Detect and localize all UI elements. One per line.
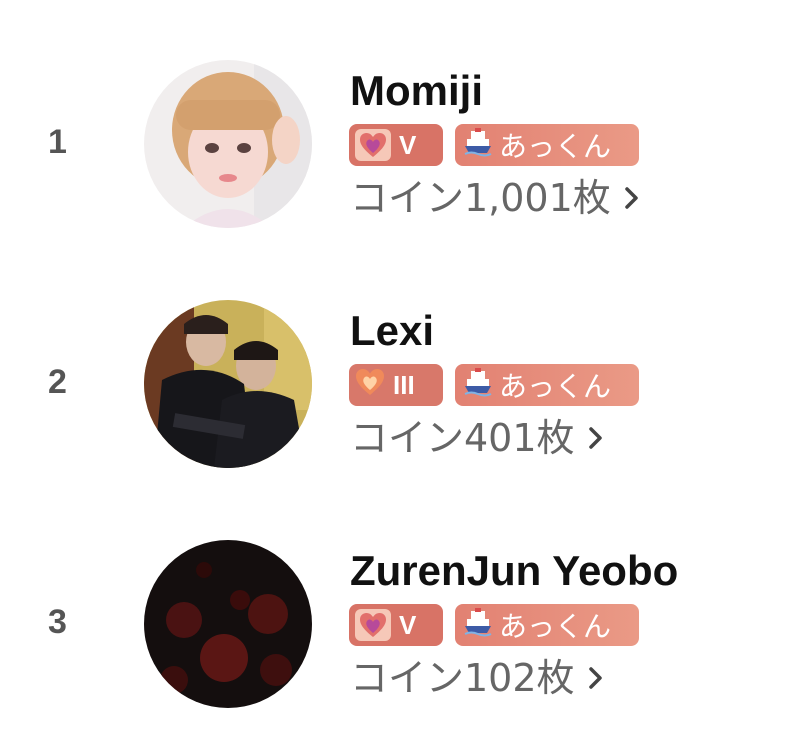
level-badge: V: [349, 604, 443, 646]
chevron-right-icon: [588, 667, 603, 689]
avatar[interactable]: [144, 540, 312, 708]
badge-group: V あっくん: [349, 604, 639, 646]
badge-group: V あっくん: [349, 124, 639, 166]
fan-badge-label: あっくん: [499, 370, 612, 403]
level-badge: III: [349, 364, 443, 406]
heart-icon: [355, 609, 391, 641]
user-name[interactable]: Momiji: [350, 66, 483, 116]
coin-text: コイン1,001枚: [350, 176, 611, 220]
rank-number: 1: [48, 123, 67, 161]
coin-text: コイン401枚: [350, 416, 575, 460]
level-label: V: [399, 609, 417, 640]
avatar[interactable]: [144, 60, 312, 228]
coin-count[interactable]: コイン1,001枚: [350, 174, 639, 222]
fan-badge: あっくん: [455, 124, 639, 166]
coin-count[interactable]: コイン102枚: [350, 654, 603, 702]
rank-number: 2: [48, 363, 67, 401]
fan-badge-label: あっくん: [499, 130, 612, 163]
chevron-right-icon: [625, 187, 639, 209]
level-badge: V: [349, 124, 443, 166]
coin-count[interactable]: コイン401枚: [350, 414, 603, 462]
ship-icon: [463, 127, 493, 164]
fan-badge: あっくん: [455, 364, 639, 406]
heart-icon: [355, 129, 391, 161]
badge-group: III あっくん: [349, 364, 639, 406]
ranking-row[interactable]: 3 ZurenJun Yeobo V あっくん コイン102枚: [0, 530, 785, 730]
coin-text: コイン102枚: [350, 656, 575, 700]
heart-icon: [355, 368, 385, 403]
chevron-right-icon: [588, 427, 603, 449]
ranking-row[interactable]: 2 Lexi III あっくん コイン401枚: [0, 290, 785, 490]
user-name[interactable]: Lexi: [350, 306, 434, 356]
user-name[interactable]: ZurenJun Yeobo: [350, 546, 678, 596]
fan-badge-label: あっくん: [499, 610, 612, 643]
rank-number: 3: [48, 603, 67, 641]
level-label: III: [393, 369, 415, 400]
level-label: V: [399, 129, 417, 160]
ship-icon: [463, 367, 493, 404]
fan-badge: あっくん: [455, 604, 639, 646]
ranking-row[interactable]: 1 Momiji V あっくん コイン1,001枚: [0, 50, 785, 250]
ship-icon: [463, 607, 493, 644]
avatar[interactable]: [144, 300, 312, 468]
ranking-list: 1 Momiji V あっくん コイン1,001枚 2 Lexi III あっく…: [0, 0, 785, 743]
